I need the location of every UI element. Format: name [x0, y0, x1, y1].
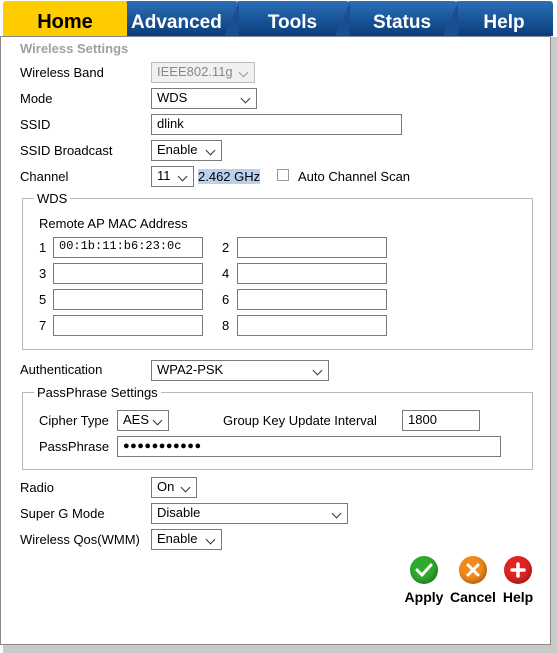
- authentication-select[interactable]: WPA2-PSK: [151, 360, 329, 381]
- channel-value: 11: [157, 168, 171, 183]
- remote-ap-mac-label: Remote AP MAC Address: [39, 216, 188, 231]
- wds-mac-input-7[interactable]: [53, 315, 203, 336]
- tab-status-label: Status: [372, 12, 432, 33]
- mode-label: Mode: [20, 91, 53, 106]
- mode-select[interactable]: WDS: [151, 88, 257, 109]
- auto-channel-scan-label: Auto Channel Scan: [298, 169, 411, 184]
- wireless-qos-label: Wireless Qos(WMM): [20, 532, 140, 547]
- checkmark-icon: [410, 556, 438, 584]
- passphrase-settings-group: [22, 392, 533, 470]
- wds-mac-input-6[interactable]: [237, 289, 387, 310]
- wds-mac-input-8[interactable]: [237, 315, 387, 336]
- chevron-down-icon: [205, 534, 216, 545]
- auto-channel-scan-checkbox[interactable]: [277, 169, 289, 181]
- tab-status[interactable]: Status: [347, 1, 458, 36]
- wireless-band-value: IEEE802.11g: [157, 64, 233, 79]
- tab-bar: Help Status Tools Advanced Home: [0, 0, 557, 37]
- chevron-down-icon: [312, 365, 323, 376]
- chevron-down-icon: [152, 415, 163, 426]
- tab-help[interactable]: Help: [455, 1, 553, 36]
- wds-mac-input-1[interactable]: 00:1b:11:b6:23:0c: [53, 237, 203, 258]
- apply-button[interactable]: Apply: [402, 556, 446, 605]
- cipher-type-label: Cipher Type: [39, 413, 109, 428]
- super-g-mode-label: Super G Mode: [20, 506, 105, 521]
- chevron-down-icon: [240, 93, 251, 104]
- tab-tools-label: Tools: [267, 12, 318, 33]
- tab-advanced[interactable]: Advanced: [125, 1, 239, 36]
- wds-num-8: 8: [222, 318, 230, 333]
- tab-advanced-label: Advanced: [131, 12, 222, 33]
- radio-label: Radio: [20, 480, 54, 495]
- group-key-update-interval-input[interactable]: 1800: [402, 410, 480, 431]
- window-shadow-bottom: [3, 645, 557, 653]
- cipher-type-value: AES: [123, 412, 150, 427]
- super-g-mode-select[interactable]: Disable: [151, 503, 348, 524]
- passphrase-input[interactable]: ●●●●●●●●●●●: [117, 436, 501, 457]
- cancel-button[interactable]: Cancel: [449, 556, 497, 605]
- wds-mac-input-3[interactable]: [53, 263, 203, 284]
- wds-num-2: 2: [222, 240, 230, 255]
- wireless-band-label: Wireless Band: [20, 65, 104, 80]
- wds-mac-input-5[interactable]: [53, 289, 203, 310]
- ssid-label: SSID: [20, 117, 51, 132]
- group-key-update-interval-label: Group Key Update Interval: [223, 413, 377, 428]
- wds-num-7: 7: [39, 318, 47, 333]
- ssid-broadcast-select[interactable]: Enable: [151, 140, 222, 161]
- ssid-broadcast-label: SSID Broadcast: [20, 143, 113, 158]
- chevron-down-icon: [180, 482, 191, 493]
- wds-num-6: 6: [222, 292, 230, 307]
- channel-label: Channel: [20, 169, 69, 184]
- wireless-qos-select[interactable]: Enable: [151, 529, 222, 550]
- passphrase-settings-legend: PassPhrase Settings: [34, 385, 161, 400]
- wds-num-3: 3: [39, 266, 47, 281]
- wds-num-1: 1: [39, 240, 47, 255]
- section-title: Wireless Settings: [20, 41, 129, 56]
- wds-num-4: 4: [222, 266, 230, 281]
- mode-value: WDS: [157, 90, 188, 105]
- chevron-down-icon: [177, 171, 188, 182]
- wds-legend: WDS: [34, 191, 71, 206]
- help-button[interactable]: Help: [499, 556, 537, 605]
- chevron-down-icon: [331, 508, 342, 519]
- tab-tools[interactable]: Tools: [236, 1, 350, 36]
- wds-num-5: 5: [39, 292, 47, 307]
- super-g-mode-value: Disable: [157, 505, 201, 520]
- authentication-label: Authentication: [20, 362, 103, 377]
- passphrase-label: PassPhrase: [39, 439, 110, 454]
- channel-frequency: 2.462 GHz: [198, 169, 261, 184]
- cipher-type-select[interactable]: AES: [117, 410, 169, 431]
- tab-help-label: Help: [483, 12, 525, 33]
- ssid-input[interactable]: dlink: [151, 114, 402, 135]
- radio-value: On: [157, 479, 175, 494]
- cancel-label: Cancel: [450, 589, 496, 605]
- apply-label: Apply: [404, 589, 444, 605]
- tab-home-label: Home: [37, 11, 93, 33]
- cancel-x-icon: [459, 556, 487, 584]
- authentication-value: WPA2-PSK: [157, 362, 224, 377]
- chevron-down-icon: [205, 145, 216, 156]
- wireless-band-select[interactable]: IEEE802.11g: [151, 62, 255, 83]
- plus-help-icon: [504, 556, 532, 584]
- window-shadow-right: [551, 36, 557, 653]
- tab-home[interactable]: Home: [3, 1, 127, 36]
- ssid-broadcast-value: Enable: [157, 142, 198, 157]
- wireless-qos-value: Enable: [157, 531, 198, 546]
- wds-mac-input-4[interactable]: [237, 263, 387, 284]
- chevron-down-icon: [238, 67, 249, 78]
- radio-select[interactable]: On: [151, 477, 197, 498]
- channel-select[interactable]: 11: [151, 166, 194, 187]
- wds-mac-input-2[interactable]: [237, 237, 387, 258]
- help-label: Help: [502, 589, 534, 605]
